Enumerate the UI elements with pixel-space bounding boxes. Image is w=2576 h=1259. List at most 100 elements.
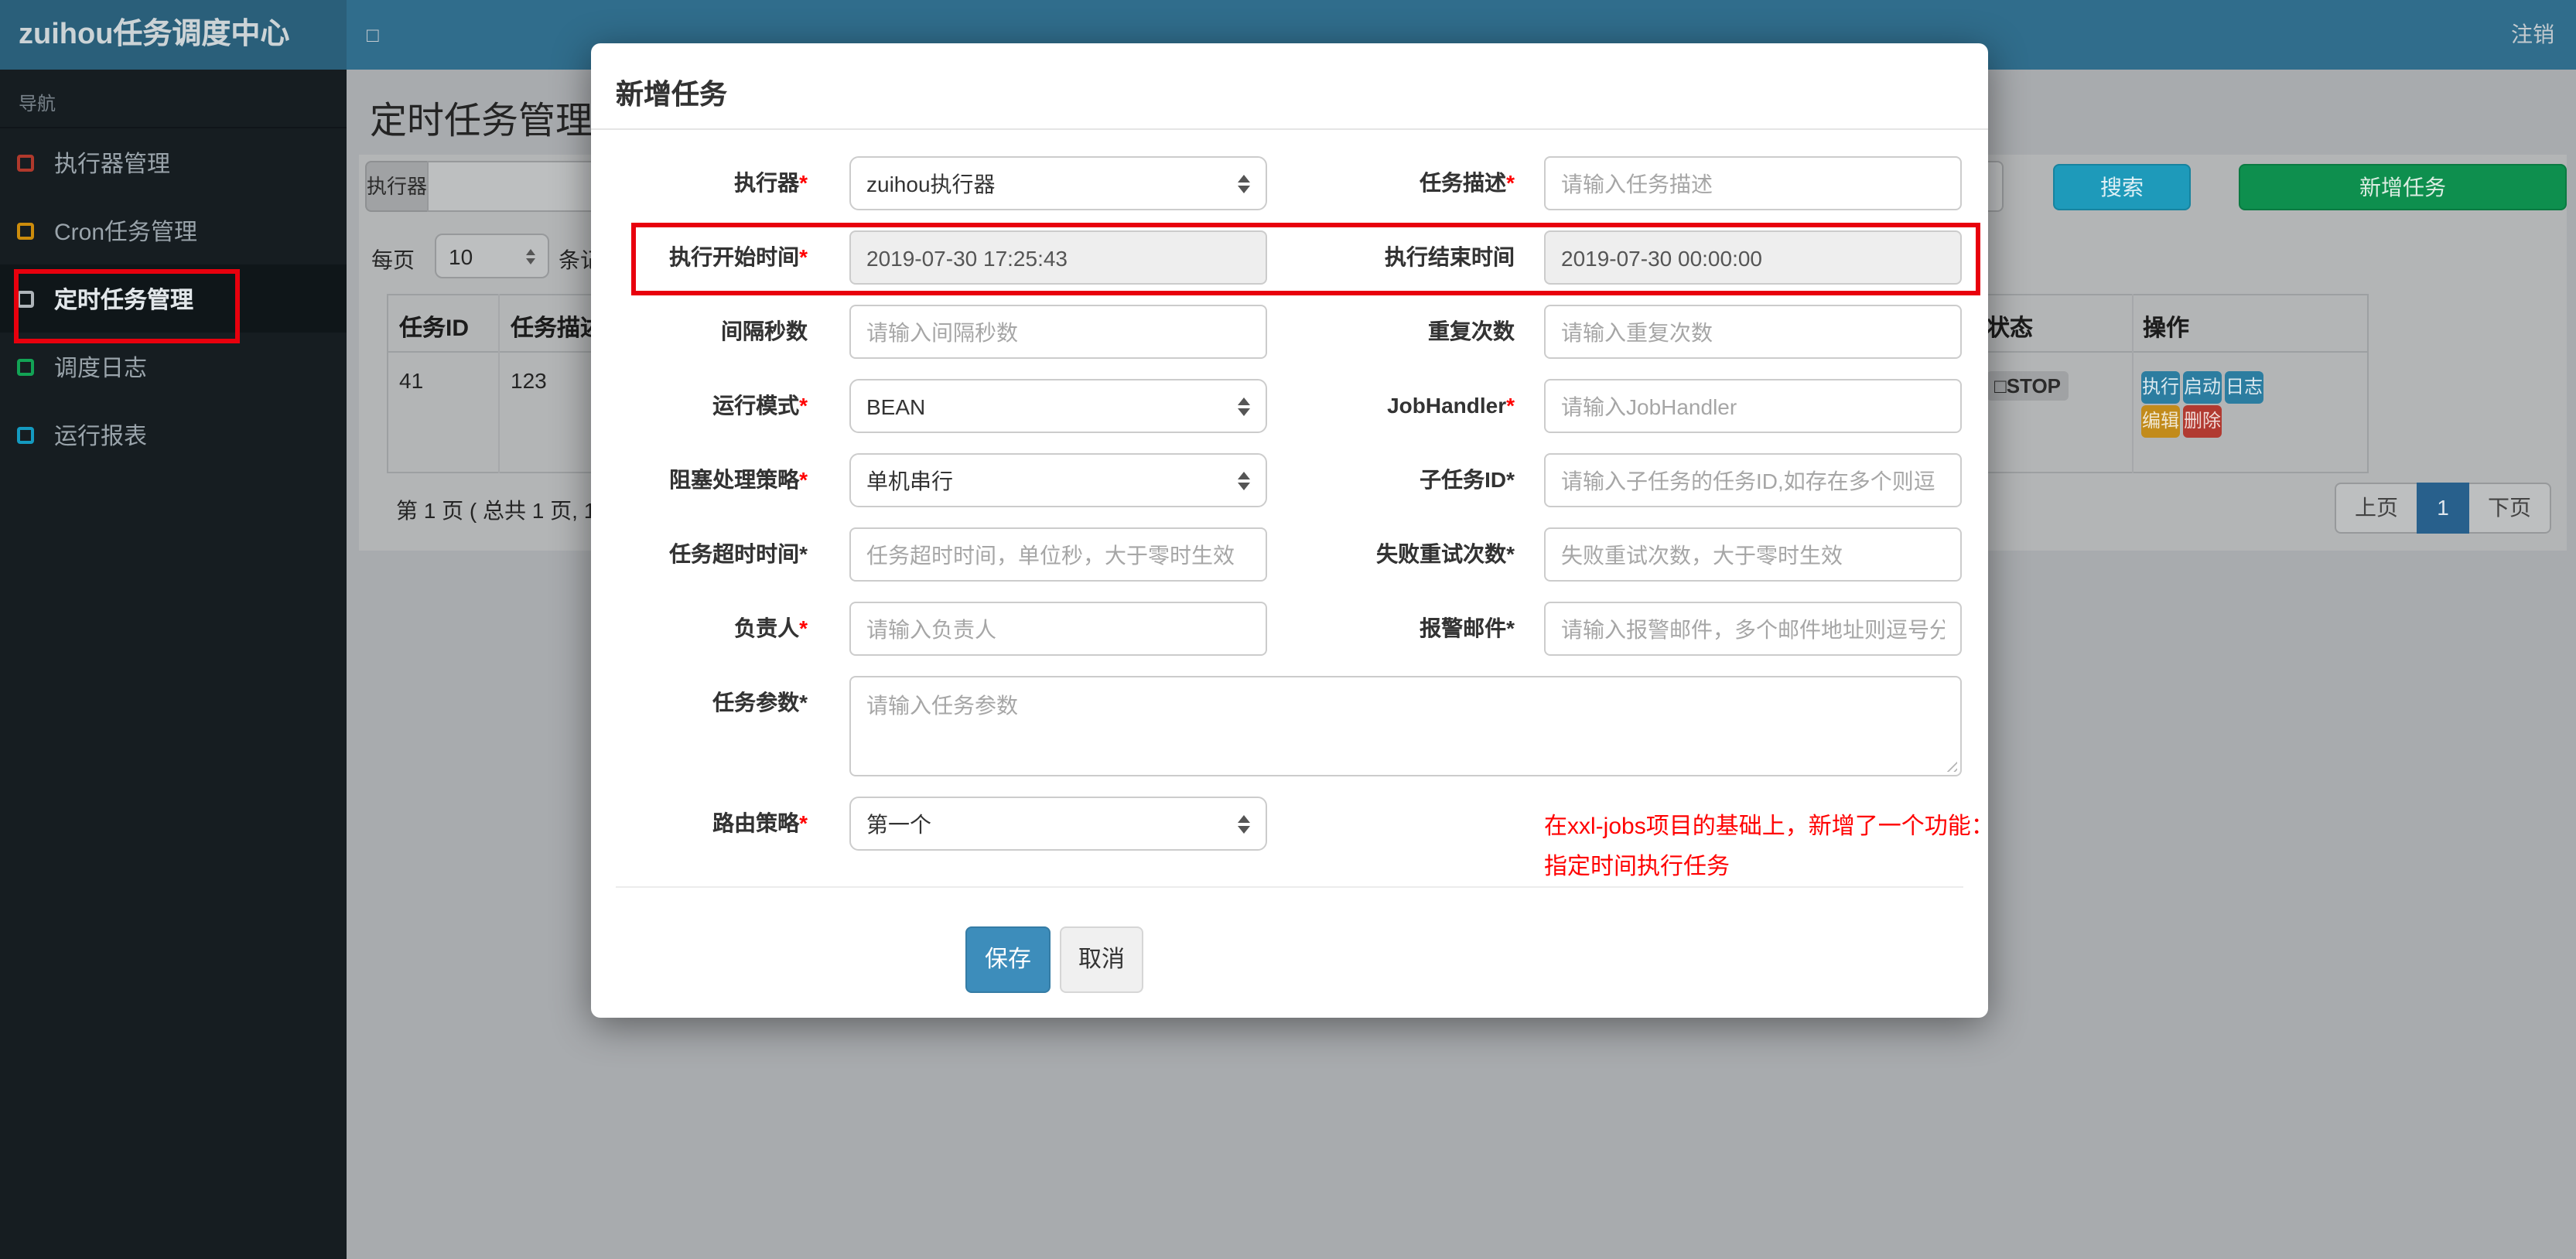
cell-task-id: 41 xyxy=(399,368,424,393)
save-button[interactable]: 保存 xyxy=(965,926,1051,993)
square-outline-icon xyxy=(17,290,34,307)
task-params-field xyxy=(849,676,1962,776)
start-time-input[interactable] xyxy=(849,230,1267,285)
select-arrows-icon xyxy=(526,248,535,264)
jobhandler-label: JobHandler* xyxy=(1387,393,1515,418)
required-asterisk: * xyxy=(799,393,808,418)
column-divider xyxy=(2132,294,2134,473)
executor-select[interactable]: zuihou执行器 xyxy=(849,156,1267,210)
modal-note-line1: 在xxl-jobs项目的基础上，新增了一个功能： xyxy=(1544,814,1988,840)
start-time-label: 执行开始时间* xyxy=(669,244,808,269)
block-strategy-label: 阻塞处理策略* xyxy=(669,467,808,492)
per-page-select[interactable]: 10 xyxy=(435,234,549,278)
timeout-label: 任务超时时间* xyxy=(669,541,808,566)
per-page-prefix-label: 每页 xyxy=(371,247,415,272)
required-asterisk: * xyxy=(799,467,808,492)
modal-footer-divider xyxy=(616,886,1963,888)
fail-retry-input[interactable] xyxy=(1544,527,1962,582)
child-task-id-label: 子任务ID* xyxy=(1420,467,1515,492)
search-button[interactable]: 搜索 xyxy=(2053,164,2191,210)
start-button[interactable]: 启动 xyxy=(2183,371,2222,404)
sidebar-item-label: 调度日志 xyxy=(54,355,148,381)
timeout-input[interactable] xyxy=(849,527,1267,582)
app-root: zuihou任务调度中心 □ 注销 导航 执行器管理 Cron任务管理 定时任务… xyxy=(0,0,2576,1259)
col-header-status: 状态 xyxy=(1987,316,2034,342)
required-asterisk: * xyxy=(799,244,808,269)
required-asterisk: * xyxy=(1506,170,1515,195)
run-mode-label: 运行模式* xyxy=(712,393,808,418)
sidebar-item-timed-task-manage[interactable]: 定时任务管理 xyxy=(0,264,347,333)
end-time-input[interactable] xyxy=(1544,230,1962,285)
col-header-actions: 操作 xyxy=(2143,316,2190,342)
select-arrows-icon xyxy=(1238,814,1250,833)
owner-input[interactable] xyxy=(849,602,1267,656)
executor-label: 执行器* xyxy=(734,170,808,195)
owner-label: 负责人* xyxy=(734,616,808,640)
select-arrows-icon xyxy=(1238,397,1250,415)
next-page-button[interactable]: 下页 xyxy=(2469,483,2551,534)
repeat-count-input[interactable] xyxy=(1544,305,1962,359)
status-badge: □STOP xyxy=(1987,371,2069,401)
current-page-button[interactable]: 1 xyxy=(2417,483,2469,534)
interval-input[interactable] xyxy=(849,305,1267,359)
sidebar-item-schedule-log[interactable]: 调度日志 xyxy=(0,333,347,401)
modal-note: 在xxl-jobs项目的基础上，新增了一个功能： 指定时间执行任务 xyxy=(1544,807,1988,888)
pagination: 上页 1 下页 xyxy=(2335,483,2551,534)
modal-note-line2: 指定时间执行任务 xyxy=(1544,854,1730,880)
square-outline-icon xyxy=(17,426,34,443)
log-button[interactable]: 日志 xyxy=(2225,371,2263,404)
logout-link[interactable]: 注销 xyxy=(2511,0,2554,70)
add-task-modal: 新增任务 执行器* zuihou执行器 任务描述* 执行开始时间* 执行结束时间… xyxy=(591,43,1988,1018)
cell-task-desc: 123 xyxy=(511,368,547,393)
required-asterisk: * xyxy=(1506,393,1515,418)
cancel-button[interactable]: 取消 xyxy=(1060,926,1143,993)
fail-retry-label: 失败重试次数* xyxy=(1376,541,1515,566)
pagination-info: 第 1 页 ( 总共 1 页, 1 xyxy=(396,498,596,523)
square-outline-icon xyxy=(17,358,34,375)
delete-button[interactable]: 删除 xyxy=(2183,405,2222,438)
task-desc-input[interactable] xyxy=(1544,156,1962,210)
run-button[interactable]: 执行 xyxy=(2141,371,2180,404)
square-outline-icon xyxy=(17,154,34,171)
page-title: 定时任务管理 xyxy=(370,101,593,142)
sidebar: 导航 执行器管理 Cron任务管理 定时任务管理 调度日志 运行报表 xyxy=(0,70,347,1259)
route-strategy-select[interactable]: 第一个 xyxy=(849,797,1267,851)
add-task-button[interactable]: 新增任务 xyxy=(2239,164,2567,210)
sidebar-item-label: 运行报表 xyxy=(54,423,148,449)
sidebar-item-run-report[interactable]: 运行报表 xyxy=(0,401,347,469)
required-asterisk: * xyxy=(1506,467,1515,492)
alarm-email-input[interactable] xyxy=(1544,602,1962,656)
route-strategy-label: 路由策略* xyxy=(712,810,808,835)
repeat-count-label: 重复次数 xyxy=(1428,319,1515,343)
brand-logo[interactable]: zuihou任务调度中心 xyxy=(0,0,347,70)
executor-select-value: zuihou执行器 xyxy=(866,171,996,196)
required-asterisk: * xyxy=(799,616,808,640)
required-asterisk: * xyxy=(1506,616,1515,640)
nav-section-label: 导航 xyxy=(0,70,347,128)
route-strategy-select-value: 第一个 xyxy=(866,811,931,836)
select-arrows-icon xyxy=(1238,174,1250,193)
sidebar-item-label: 定时任务管理 xyxy=(54,287,194,313)
child-task-id-input[interactable] xyxy=(1544,453,1962,507)
select-arrows-icon xyxy=(1238,471,1250,490)
sidebar-toggle-icon[interactable]: □ xyxy=(367,0,379,70)
run-mode-select[interactable]: BEAN xyxy=(849,379,1267,433)
per-page-value: 10 xyxy=(449,244,473,268)
sidebar-item-cron-task-manage[interactable]: Cron任务管理 xyxy=(0,196,347,264)
modal-title: 新增任务 xyxy=(616,79,727,110)
prev-page-button[interactable]: 上页 xyxy=(2335,483,2417,534)
task-params-textarea[interactable] xyxy=(849,676,1962,776)
edit-button[interactable]: 编辑 xyxy=(2141,405,2180,438)
column-divider xyxy=(498,294,500,473)
modal-header-divider xyxy=(591,128,1988,130)
end-time-label: 执行结束时间 xyxy=(1385,244,1515,269)
block-strategy-select[interactable]: 单机串行 xyxy=(849,453,1267,507)
executor-filter-label: 执行器 xyxy=(365,161,427,212)
required-asterisk: * xyxy=(799,170,808,195)
required-asterisk: * xyxy=(799,690,808,715)
task-params-label: 任务参数* xyxy=(712,690,808,715)
alarm-email-label: 报警邮件* xyxy=(1420,616,1515,640)
jobhandler-input[interactable] xyxy=(1544,379,1962,433)
square-outline-icon xyxy=(17,222,34,239)
sidebar-item-executor-manage[interactable]: 执行器管理 xyxy=(0,128,347,196)
